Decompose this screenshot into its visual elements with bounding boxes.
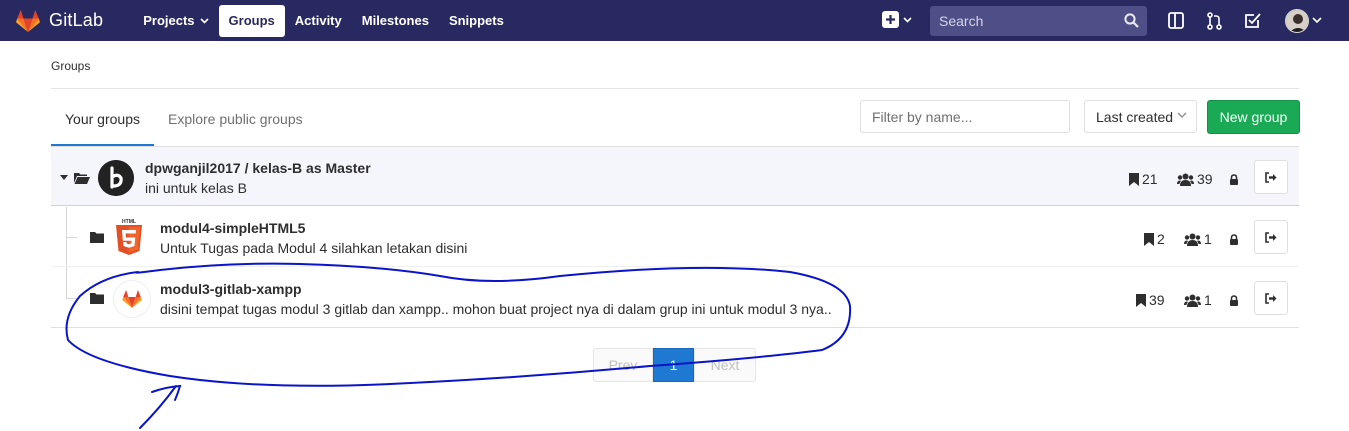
merge-request-icon[interactable] [1207,12,1222,30]
pagination-prev[interactable]: Prev [593,348,653,382]
html5-icon: HTML [114,219,144,255]
breadcrumb[interactable]: Groups [51,59,90,73]
caret-down-icon[interactable] [60,175,68,180]
gitlab-logo-icon [16,9,40,32]
members-count-value: 1 [1204,292,1212,308]
plus-square-icon [882,11,899,28]
nav-projects[interactable]: Projects [133,5,218,37]
html5-label: HTML [122,219,136,225]
gitlab-fox-icon [113,280,151,318]
projects-count-value: 2 [1157,231,1165,247]
chevron-down-icon[interactable] [1312,17,1322,24]
new-item-dropdown[interactable] [882,11,912,28]
top-navbar: GitLab Projects Groups Activity Mileston… [0,0,1349,41]
projects-count: 21 [1129,171,1158,187]
brand-name: GitLab [49,10,104,30]
users-icon [1177,173,1194,186]
lock-icon [1230,234,1238,245]
bookmark-icon [1129,172,1139,186]
group-description: disini tempat tugas modul 3 gitlab dan x… [160,301,832,317]
leave-group-button[interactable] [1254,160,1288,194]
chevron-down-icon [199,17,209,24]
group-title[interactable]: modul3-gitlab-xampp [160,281,302,297]
folder-open-icon [74,173,90,184]
members-count-value: 39 [1197,171,1213,187]
sidebar-toggle-icon[interactable] [1168,12,1184,29]
user-photo-icon [1286,10,1308,32]
chevron-down-icon [1177,112,1187,118]
sort-dropdown[interactable]: Last created [1084,100,1197,133]
nav-groups[interactable]: Groups [218,4,285,37]
group-description: Untuk Tugas pada Modul 4 silahkan letaka… [160,240,468,256]
group-description: ini untuk kelas B [145,180,247,196]
nav-links: Projects Groups Activity Milestones Snip… [133,0,514,41]
leave-group-button[interactable] [1254,220,1288,254]
users-icon [1184,294,1201,307]
leave-group-button[interactable] [1254,281,1288,315]
chevron-down-icon [903,16,912,23]
users-icon [1184,233,1201,246]
projects-count: 2 [1144,231,1165,247]
nav-projects-label: Projects [143,12,195,28]
members-count-value: 1 [1204,231,1212,247]
sign-out-icon [1265,231,1277,243]
lock-icon [1230,174,1238,185]
divider [51,327,1299,328]
pagination-next[interactable]: Next [694,348,756,382]
filter-by-name-input[interactable] [860,100,1070,133]
projects-count: 39 [1136,292,1165,308]
bookmark-icon [1136,293,1146,307]
projects-count-value: 21 [1142,171,1158,187]
group-tabs: Your groups Explore public groups [51,89,317,146]
group-row-child[interactable]: HTML modul4-simpleHTML5 Untuk Tugas pada… [51,207,1299,267]
bookmark-icon [1144,232,1154,246]
group-row-parent[interactable]: dpwganjil2017 / kelas-B as Master ini un… [51,147,1299,206]
nav-activity[interactable]: Activity [285,5,352,37]
projects-count-value: 39 [1149,292,1165,308]
group-title[interactable]: modul4-simpleHTML5 [160,220,305,236]
nav-milestones[interactable]: Milestones [352,5,439,37]
group-row-child[interactable]: modul3-gitlab-xampp disini tempat tugas … [51,268,1299,328]
folder-icon [90,293,104,304]
search-input[interactable] [939,13,1109,29]
members-count: 1 [1184,292,1212,308]
sign-out-icon [1265,171,1277,183]
user-avatar[interactable] [1285,9,1309,33]
nav-snippets[interactable]: Snippets [439,5,514,37]
group-title[interactable]: dpwganjil2017 / kelas-B as Master [145,160,371,176]
pagination-page-current[interactable]: 1 [653,348,694,382]
search-box[interactable] [930,6,1147,36]
search-icon [1124,13,1139,28]
tab-your-groups[interactable]: Your groups [51,89,154,146]
sort-selected-label: Last created [1096,108,1174,125]
tab-explore-public-groups[interactable]: Explore public groups [154,89,317,146]
gitlab-brand[interactable]: GitLab [16,9,104,32]
pagination: Prev 1 Next [593,348,756,382]
new-group-button[interactable]: New group [1207,100,1300,134]
members-count: 39 [1177,171,1213,187]
lock-icon [1230,295,1238,306]
sign-out-icon [1265,292,1277,304]
folder-icon [90,232,104,243]
b-logo-icon [98,160,134,196]
members-count: 1 [1184,231,1212,247]
todo-check-icon[interactable] [1244,12,1261,29]
